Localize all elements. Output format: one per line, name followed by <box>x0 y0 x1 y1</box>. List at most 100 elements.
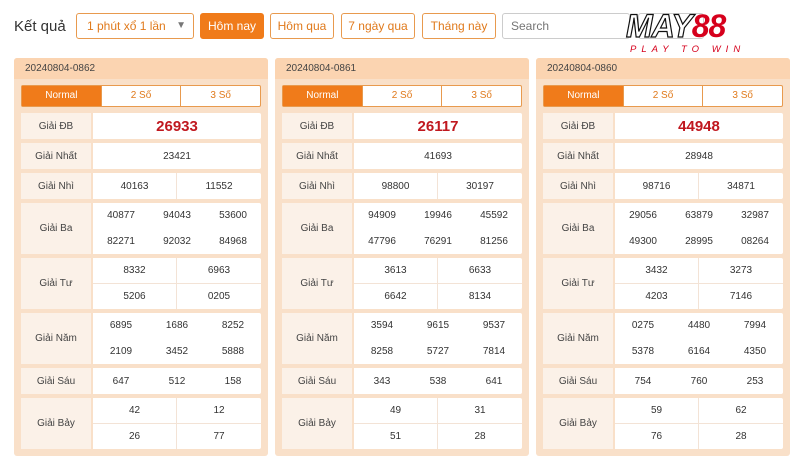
tab-mode-2[interactable]: 3 Số <box>703 86 782 106</box>
prize-number: 6164 <box>687 345 711 357</box>
prize-number: 29056 <box>629 210 657 222</box>
prize-values: 94909 19946 45592 47796 76291 81256 <box>354 203 522 254</box>
prize-number: 47796 <box>368 235 396 247</box>
prize-label: Giải Năm <box>282 313 354 364</box>
prize-row-nhi: Giải Nhì 98716 34871 <box>543 173 783 199</box>
tab-mode-0[interactable]: Normal <box>544 86 624 106</box>
tab-mode-1[interactable]: 2 Số <box>363 86 443 106</box>
search-input[interactable] <box>502 13 630 39</box>
prize-row-nam: Giải Năm 6895 1686 8252 2109 3452 5888 <box>21 313 261 364</box>
prize-number: 5727 <box>426 345 450 357</box>
prize-number: 94043 <box>163 210 191 222</box>
prize-number: 4203 <box>615 284 699 309</box>
prize-label: Giải Tư <box>543 258 615 309</box>
prize-number: 2109 <box>109 345 133 357</box>
prize-number: 7146 <box>729 291 753 302</box>
filter-today-button[interactable]: Hôm nay <box>200 13 264 39</box>
result-panel: 20240804-0862 Normal 2 Số 3 Số Giải ĐB 26933 G… <box>14 58 268 456</box>
prize-number: 41693 <box>424 150 452 162</box>
prize-number: 28995 <box>685 235 713 247</box>
prize-values: 98800 30197 <box>354 173 522 199</box>
prize-label: Giải Nhì <box>21 173 93 199</box>
prize-values: 59 62 76 28 <box>615 398 783 449</box>
tab-mode-1[interactable]: 2 Số <box>102 86 182 106</box>
prize-number: 0275 <box>631 320 655 332</box>
tab-mode-0[interactable]: Normal <box>22 86 102 106</box>
tab-mode-1[interactable]: 2 Số <box>624 86 704 106</box>
prize-number: 81256 <box>480 235 508 247</box>
prize-values: 29056 63879 32987 49300 28995 08264 <box>615 203 783 254</box>
prize-row-nhat: Giải Nhất 23421 <box>21 143 261 169</box>
prize-row-nam: Giải Năm 0275 4480 7994 5378 6164 4350 <box>543 313 783 364</box>
prize-number: 5378 <box>631 345 655 357</box>
chevron-down-icon: ▼ <box>176 20 186 31</box>
prize-number: 8258 <box>370 345 394 357</box>
prize-label: Giải Bảy <box>543 398 615 449</box>
prize-row-tu: Giải Tư 3432 3273 4203 7146 <box>543 258 783 309</box>
tab-mode-2[interactable]: 3 Số <box>442 86 521 106</box>
prize-values: 3613 6633 6642 8134 <box>354 258 522 309</box>
prize-number: 7814 <box>482 345 506 357</box>
prize-number: 34871 <box>727 180 755 192</box>
prize-label: Giải Nhì <box>543 173 615 199</box>
prize-number: 08264 <box>741 235 769 247</box>
prize-row-db: Giải ĐB 26933 <box>21 113 261 139</box>
prize-values: 40163 11552 <box>93 173 261 199</box>
prize-number: 26 <box>93 424 177 449</box>
prize-number: 23421 <box>163 150 191 162</box>
prize-row-nam: Giải Năm 3594 9615 9537 8258 5727 7814 <box>282 313 522 364</box>
prize-number: 8332 <box>93 258 177 284</box>
prize-values: 98716 34871 <box>615 173 783 199</box>
prize-number: 63879 <box>685 210 713 222</box>
prize-label: Giải Bảy <box>21 398 93 449</box>
prize-label: Giải Ba <box>543 203 615 254</box>
prize-row-nhi: Giải Nhì 98800 30197 <box>282 173 522 199</box>
prize-number: 53600 <box>219 210 247 222</box>
prize-values: 0275 4480 7994 5378 6164 4350 <box>615 313 783 364</box>
prize-number: 760 <box>690 375 708 387</box>
prize-label: Giải Năm <box>543 313 615 364</box>
prize-number: 9537 <box>482 320 506 332</box>
prize-number: 158 <box>224 375 242 387</box>
prize-values: 8332 6963 5206 0205 <box>93 258 261 309</box>
prize-number: 4350 <box>743 345 767 357</box>
prize-label: Giải Nhì <box>282 173 354 199</box>
prize-row-nhi: Giải Nhì 40163 11552 <box>21 173 261 199</box>
filter-this-month-button[interactable]: Tháng này <box>422 13 496 39</box>
result-mode-tabs: Normal 2 Số 3 Số <box>21 85 261 107</box>
prize-label: Giải Tư <box>21 258 93 309</box>
prize-values: 343 538 641 <box>354 368 522 394</box>
tab-mode-2[interactable]: 3 Số <box>181 86 260 106</box>
tab-mode-0[interactable]: Normal <box>283 86 363 106</box>
prize-number: 3273 <box>699 258 783 284</box>
prize-number: 40877 <box>107 210 135 222</box>
result-panel: 20240804-0861 Normal 2 Số 3 Số Giải ĐB 26117 G… <box>275 58 529 456</box>
prize-row-ba: Giải Ba 40877 94043 53600 82271 92032 84968 <box>21 203 261 254</box>
prize-number: 30197 <box>466 180 494 192</box>
prize-number: 647 <box>112 375 130 387</box>
prize-number: 6895 <box>109 320 133 332</box>
prize-values: 26117 <box>354 113 522 139</box>
prize-values: 26933 <box>93 113 261 139</box>
logo-tagline: PLAY TO WIN <box>630 44 746 55</box>
prize-number: 7994 <box>743 320 767 332</box>
prize-number: 641 <box>485 375 503 387</box>
prize-number: 538 <box>429 375 447 387</box>
prize-number: 82271 <box>107 235 135 247</box>
prize-number: 6963 <box>177 258 261 284</box>
special-prize-number: 26117 <box>417 117 459 135</box>
prize-label: Giải Sáu <box>282 368 354 394</box>
game-select[interactable]: 1 phút xổ 1 lần ▼ <box>76 13 194 39</box>
prize-row-sau: Giải Sáu 754 760 253 <box>543 368 783 394</box>
prize-number: 253 <box>746 375 764 387</box>
prize-row-ba: Giải Ba 94909 19946 45592 47796 76291 81256 <box>282 203 522 254</box>
prize-number: 94909 <box>368 210 396 222</box>
prize-number: 49 <box>354 398 438 424</box>
filter-yesterday-button[interactable]: Hôm qua <box>270 13 334 39</box>
prize-row-tu: Giải Tư 8332 6963 5206 0205 <box>21 258 261 309</box>
prize-values: 3432 3273 4203 7146 <box>615 258 783 309</box>
prize-number: 9615 <box>426 320 450 332</box>
prize-number: 5206 <box>93 284 177 309</box>
prize-label: Giải Sáu <box>21 368 93 394</box>
filter-7days-button[interactable]: 7 ngày qua <box>341 13 415 39</box>
